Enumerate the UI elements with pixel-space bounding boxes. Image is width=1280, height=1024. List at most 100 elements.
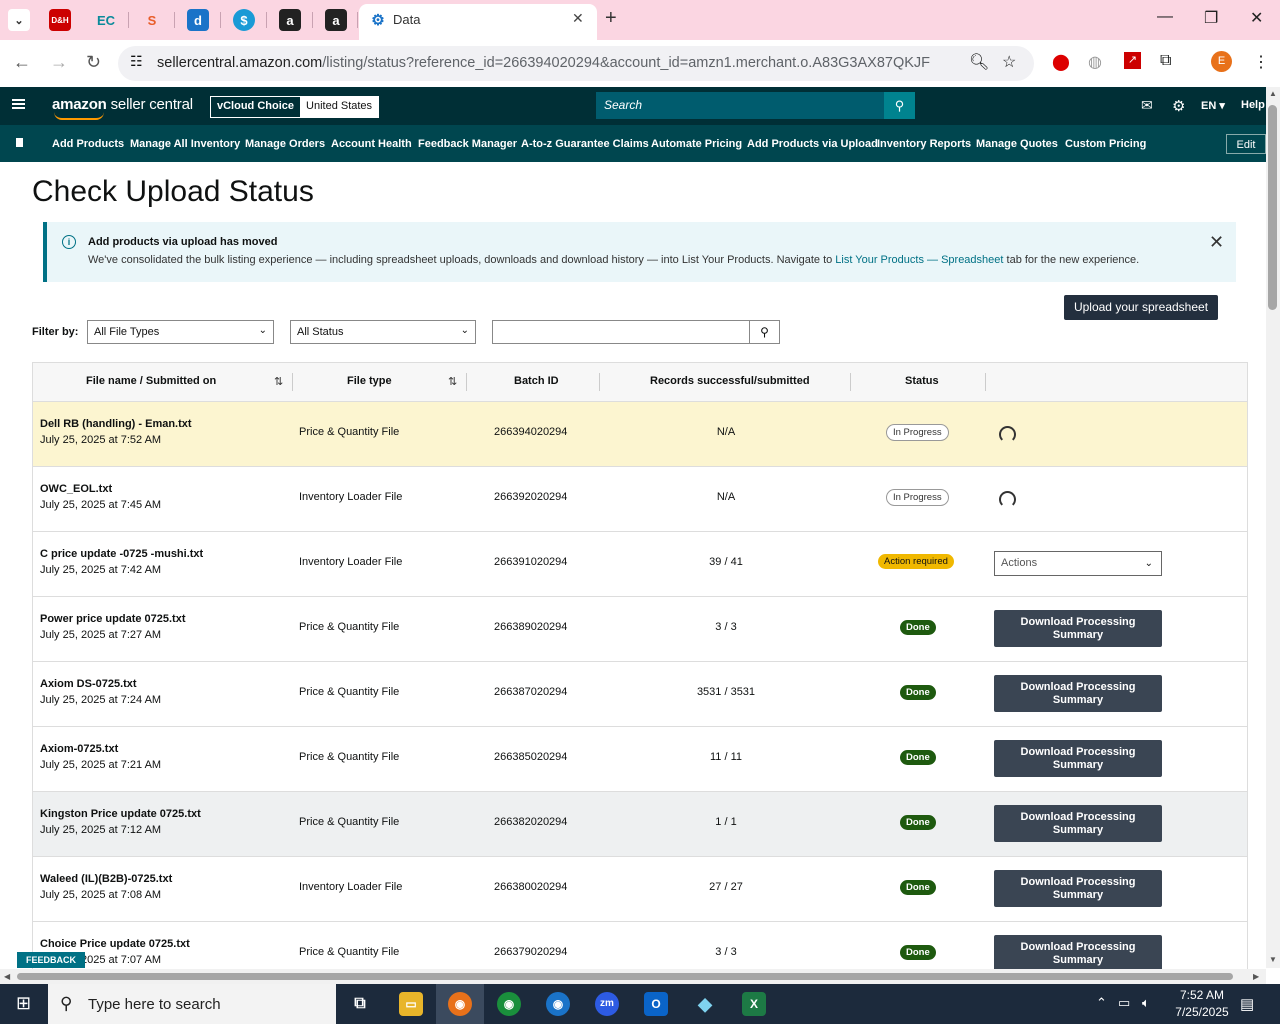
download-processing-summary-button[interactable]: Download Processing Summary xyxy=(994,805,1162,842)
chrome-profile-e-icon[interactable]: ◉ xyxy=(448,992,472,1016)
extension-pdf-icon[interactable]: ↗ xyxy=(1124,52,1141,69)
file-name: Choice Price update 0725.txt xyxy=(40,938,190,950)
nav-add-products[interactable]: Add Products xyxy=(52,138,124,150)
nav-feedback-manager[interactable]: Feedback Manager xyxy=(418,138,517,150)
back-icon[interactable]: ← xyxy=(13,52,31,73)
file-explorer-icon[interactable]: ▭ xyxy=(399,992,423,1016)
nav-manage-orders[interactable]: Manage Orders xyxy=(245,138,325,150)
header-search-icon[interactable]: ⚲ xyxy=(884,92,915,119)
tab-title[interactable]: Data xyxy=(393,12,420,27)
tab-favicon-ec[interactable]: EC xyxy=(95,9,117,31)
seller-central-logo[interactable]: amazon seller central xyxy=(52,96,193,120)
banner-close-icon[interactable]: ✕ xyxy=(1209,232,1224,253)
feedback-tab[interactable]: FEEDBACK ✕ xyxy=(17,952,85,981)
tab-list-icon[interactable]: ⌄ xyxy=(8,9,30,31)
status-filter[interactable]: All Status ⌄ xyxy=(290,320,476,344)
app-diamond-icon[interactable]: ◆ xyxy=(693,992,717,1016)
sort-icon[interactable]: ⇅ xyxy=(274,375,283,388)
tab-favicon-dell[interactable]: D&H xyxy=(49,9,71,31)
extension-red-icon[interactable]: ⬤ xyxy=(1052,52,1070,72)
records-count: 39 / 41 xyxy=(709,556,743,568)
nav-a-to-z-claims[interactable]: A-to-z Guarantee Claims xyxy=(521,138,649,150)
bookmark-icon[interactable] xyxy=(16,138,23,147)
clock[interactable]: 7:52 AM 7/25/2025 xyxy=(1168,987,1236,1021)
header-file-type[interactable]: File type xyxy=(347,375,392,387)
nav-inventory-reports[interactable]: Inventory Reports xyxy=(877,138,971,150)
download-processing-summary-button[interactable]: Download Processing Summary xyxy=(994,935,1162,971)
filter-search-icon[interactable]: ⚲ xyxy=(749,320,780,344)
tab-favicon-blue[interactable]: d xyxy=(187,9,209,31)
help-link[interactable]: Help xyxy=(1241,99,1265,111)
actions-dropdown[interactable]: Actions ⌄ xyxy=(994,551,1162,576)
profile-avatar[interactable]: E xyxy=(1211,51,1232,72)
filter-search-input[interactable] xyxy=(492,320,750,344)
submitted-date: July 25, 2025 at 7:24 AM xyxy=(40,694,162,706)
nav-manage-all-inventory[interactable]: Manage All Inventory xyxy=(130,138,240,150)
file-type: Inventory Loader File xyxy=(299,881,403,893)
chrome-profile-3-icon[interactable]: ◉ xyxy=(546,992,570,1016)
edit-nav-button[interactable]: Edit xyxy=(1226,134,1266,154)
start-windows-icon[interactable]: ⊞ xyxy=(16,993,31,1014)
account-switcher[interactable]: vCloud Choice United States xyxy=(210,96,380,118)
excel-icon[interactable]: X xyxy=(742,992,766,1016)
download-processing-summary-button[interactable]: Download Processing Summary xyxy=(994,870,1162,907)
records-count: 1 / 1 xyxy=(715,816,737,828)
vertical-scroll-thumb[interactable] xyxy=(1268,105,1277,310)
header-search-input[interactable]: Search xyxy=(596,92,884,119)
tab-close-icon[interactable]: ✕ xyxy=(572,10,584,27)
upload-spreadsheet-button[interactable]: Upload your spreadsheet xyxy=(1064,295,1218,320)
restore-icon[interactable]: ❐ xyxy=(1204,8,1218,28)
site-settings-icon[interactable]: ☷ xyxy=(130,53,143,70)
task-view-icon[interactable]: ⧉ xyxy=(348,992,372,1016)
download-processing-summary-button[interactable]: Download Processing Summary xyxy=(994,675,1162,712)
mail-icon[interactable]: ✉ xyxy=(1141,97,1153,114)
file-type: Price & Quantity File xyxy=(299,621,400,633)
browser-menu-icon[interactable]: ⋮ xyxy=(1253,52,1269,72)
network-icon[interactable]: ▭ xyxy=(1118,995,1130,1011)
status-badge: Done xyxy=(900,880,936,895)
file-type-filter[interactable]: All File Types ⌄ xyxy=(87,320,274,344)
hamburger-menu-icon[interactable] xyxy=(12,99,25,101)
zoom-icon[interactable]: 🔍︎ xyxy=(969,52,989,72)
outlook-icon[interactable]: O xyxy=(644,992,668,1016)
banner-link[interactable]: List Your Products — Spreadsheet xyxy=(835,254,1003,266)
new-tab-icon[interactable]: + xyxy=(605,7,617,30)
records-count: 11 / 11 xyxy=(709,751,742,763)
nav-add-products-via-upload[interactable]: Add Products via Upload xyxy=(747,138,878,150)
tab-favicon-s[interactable]: S xyxy=(141,9,163,31)
tab-favicon-amazon[interactable]: a xyxy=(279,9,301,31)
records-count: 3 / 3 xyxy=(715,621,737,633)
filter-label: Filter by: xyxy=(32,326,79,338)
tab-favicon-amazon-active[interactable]: a xyxy=(325,9,347,31)
extensions-puzzle-icon[interactable]: ⧉ xyxy=(1160,52,1171,70)
download-processing-summary-button[interactable]: Download Processing Summary xyxy=(994,740,1162,777)
download-processing-summary-button[interactable]: Download Processing Summary xyxy=(994,610,1162,647)
records-count: N/A xyxy=(716,426,736,438)
taskbar-search[interactable]: ⚲ Type here to search xyxy=(48,984,336,1024)
status-badge: Done xyxy=(900,750,936,765)
minimize-icon[interactable]: — xyxy=(1157,8,1173,26)
nav-custom-pricing[interactable]: Custom Pricing xyxy=(1065,138,1146,150)
nav-account-health[interactable]: Account Health xyxy=(331,138,412,150)
url-text[interactable]: sellercentral.amazon.com/listing/status?… xyxy=(157,55,930,71)
header-file-name[interactable]: File name / Submitted on xyxy=(86,375,216,387)
volume-icon[interactable]: 🔈︎ xyxy=(1142,995,1150,1011)
sort-icon[interactable]: ⇅ xyxy=(448,375,457,388)
close-window-icon[interactable]: ✕ xyxy=(1250,8,1263,28)
nav-automate-pricing[interactable]: Automate Pricing xyxy=(651,138,742,150)
tab-favicon-dollar[interactable]: $ xyxy=(233,9,255,31)
language-selector[interactable]: EN ▾ xyxy=(1201,99,1225,112)
horizontal-scroll-thumb[interactable] xyxy=(17,973,1233,980)
extension-globe-icon[interactable]: ◍ xyxy=(1088,52,1102,72)
zoom-app-icon[interactable]: zm xyxy=(595,992,619,1016)
tray-chevron-icon[interactable]: ⌃ xyxy=(1096,995,1107,1011)
reload-icon[interactable]: ↻ xyxy=(86,52,101,73)
bookmark-star-icon[interactable]: ☆ xyxy=(1002,52,1016,72)
chrome-profile-2-icon[interactable]: ◉ xyxy=(497,992,521,1016)
forward-icon[interactable]: → xyxy=(50,52,68,73)
nav-manage-quotes[interactable]: Manage Quotes xyxy=(976,138,1058,150)
account-name: vCloud Choice xyxy=(211,97,301,117)
notifications-icon[interactable]: ▤ xyxy=(1240,995,1254,1013)
settings-gear-icon[interactable]: ⚙ xyxy=(1172,97,1185,115)
submitted-date: July 25, 2025 at 7:21 AM xyxy=(40,759,162,771)
